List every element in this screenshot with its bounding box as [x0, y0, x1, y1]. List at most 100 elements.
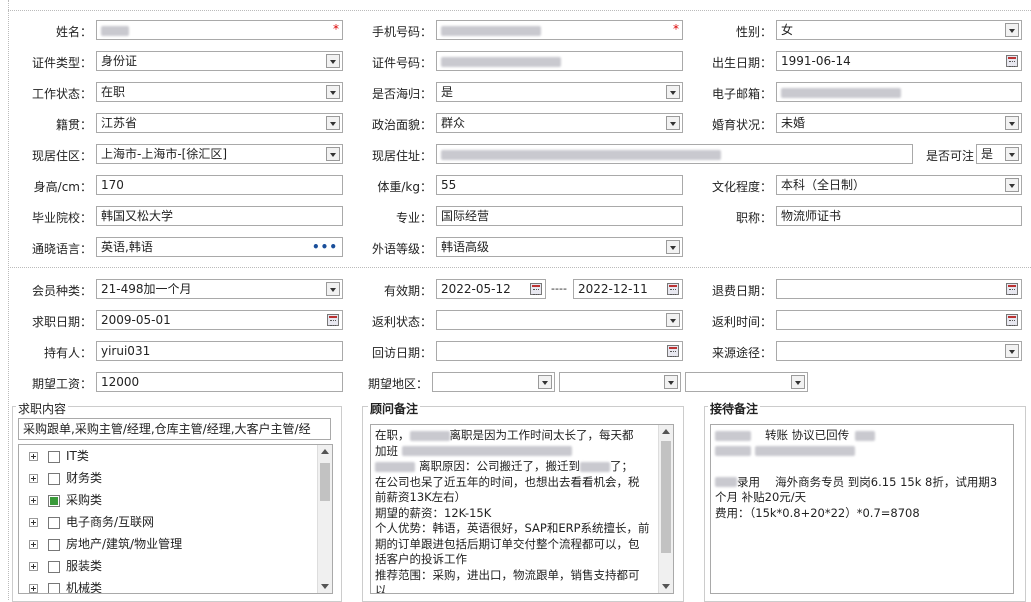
expand-icon[interactable] — [29, 562, 38, 571]
languages-field[interactable]: 英语,韩语 ••• — [96, 237, 343, 257]
expand-icon[interactable] — [29, 518, 38, 527]
chevron-down-icon[interactable] — [1005, 116, 1019, 130]
calendar-icon[interactable] — [667, 283, 679, 295]
job-selected-field[interactable]: 采购跟单,采购主管/经理,仓库主管/经理,大客户主管/经 — [18, 418, 331, 440]
major-field[interactable]: 国际经营 — [436, 206, 683, 226]
checkbox[interactable] — [48, 472, 60, 485]
name-label: 姓名： — [55, 25, 92, 39]
height-field[interactable]: 170 — [96, 175, 343, 195]
calendar-icon[interactable] — [1006, 283, 1018, 295]
checkbox[interactable] — [48, 582, 60, 593]
chevron-down-icon[interactable] — [666, 116, 680, 130]
consultant-notes-textarea[interactable]: 在职， 离职是因为工作时间太长了，每天都 加班 离职原因：公司搬迁了，搬迁到 了； … — [370, 424, 674, 594]
tree-item-it[interactable]: IT类 — [29, 447, 89, 465]
scroll-thumb[interactable] — [320, 463, 330, 501]
phone-field[interactable]: * — [436, 20, 683, 40]
gender-select[interactable]: 女 — [776, 20, 1022, 40]
checkbox-checked[interactable] — [48, 494, 60, 507]
scroll-up-icon[interactable] — [662, 429, 670, 434]
checkbox[interactable] — [48, 538, 60, 551]
checkbox[interactable] — [48, 560, 60, 573]
calendar-icon[interactable] — [1006, 314, 1018, 326]
refund-date-field[interactable] — [776, 279, 1022, 299]
tree-item-machinery[interactable]: 机械类 — [29, 579, 102, 593]
chevron-down-icon[interactable] — [326, 282, 340, 296]
notes-scrollbar[interactable] — [658, 425, 673, 593]
chevron-down-icon[interactable] — [1005, 23, 1019, 37]
expand-icon[interactable] — [29, 584, 38, 593]
expand-icon[interactable] — [29, 540, 38, 549]
valid-label: 有效期： — [383, 284, 432, 298]
valid-to-value: 2022-12-11 — [578, 282, 648, 296]
scroll-down-icon[interactable] — [321, 584, 329, 589]
revisit-date-field[interactable] — [436, 341, 683, 361]
chevron-down-icon[interactable] — [666, 85, 680, 99]
calendar-icon[interactable] — [667, 345, 679, 357]
chevron-down-icon[interactable] — [1005, 178, 1019, 192]
member-type-select[interactable]: 21-498加一个月 — [96, 279, 343, 299]
tree-scrollbar[interactable] — [317, 445, 332, 593]
chevron-down-icon[interactable] — [326, 85, 340, 99]
calendar-icon[interactable] — [327, 314, 339, 326]
scroll-thumb[interactable] — [661, 441, 671, 553]
rebate-time-field[interactable] — [776, 310, 1022, 330]
more-icon[interactable]: ••• — [312, 241, 338, 253]
work-status-select[interactable]: 在职 — [96, 82, 343, 102]
native-select[interactable]: 江苏省 — [96, 113, 343, 133]
scroll-down-icon[interactable] — [662, 584, 670, 589]
redacted-text — [754, 446, 855, 456]
education-select[interactable]: 本科（全日制） — [776, 175, 1022, 195]
tree-item-realestate[interactable]: 房地产/建筑/物业管理 — [29, 535, 182, 553]
checkbox[interactable] — [48, 516, 60, 529]
job-category-tree[interactable]: IT类 财务类 采购类 电子商务/互联网 房地产/建筑/物业管理 服装类 机械类 — [18, 444, 333, 594]
region-select[interactable]: 上海市-上海市-[徐汇区] — [96, 144, 343, 164]
expected-salary-field[interactable]: 12000 — [96, 372, 343, 392]
valid-to-field[interactable]: 2022-12-11 — [573, 279, 683, 299]
chevron-down-icon[interactable] — [326, 116, 340, 130]
apply-date-field[interactable]: 2009-05-01 — [96, 310, 343, 330]
expand-icon[interactable] — [29, 496, 38, 505]
chevron-down-icon[interactable] — [666, 240, 680, 254]
tree-item-ecommerce[interactable]: 电子商务/互联网 — [29, 513, 154, 531]
address-field[interactable] — [436, 144, 913, 164]
name-field[interactable]: * — [96, 20, 343, 40]
valid-from-field[interactable]: 2022-05-12 — [436, 279, 546, 299]
id-type-select[interactable]: 身份证 — [96, 51, 343, 71]
major-label: 专业： — [395, 211, 432, 225]
source-select[interactable] — [776, 341, 1022, 361]
chevron-down-icon[interactable] — [326, 147, 340, 161]
marital-select[interactable]: 未婚 — [776, 113, 1022, 133]
chevron-down-icon[interactable] — [1005, 147, 1019, 161]
school-field[interactable]: 韩国又松大学 — [96, 206, 343, 226]
political-select[interactable]: 群众 — [436, 113, 683, 133]
tree-item-purchasing[interactable]: 采购类 — [29, 491, 102, 509]
weight-field[interactable]: 55 — [436, 175, 683, 195]
expand-icon[interactable] — [29, 474, 38, 483]
tree-item-apparel[interactable]: 服装类 — [29, 557, 102, 575]
checkbox[interactable] — [48, 450, 60, 463]
scroll-up-icon[interactable] — [321, 449, 329, 454]
calendar-icon[interactable] — [1006, 55, 1018, 67]
expected-area-city-select[interactable] — [559, 372, 681, 392]
holder-field[interactable]: yirui031 — [96, 341, 343, 361]
chevron-down-icon[interactable] — [326, 54, 340, 68]
rebate-status-select[interactable] — [436, 310, 683, 330]
title-field[interactable]: 物流师证书 — [776, 206, 1022, 226]
lang-level-select[interactable]: 韩语高级 — [436, 237, 683, 257]
tree-item-finance[interactable]: 财务类 — [29, 469, 102, 487]
chevron-down-icon[interactable] — [1005, 344, 1019, 358]
expected-area-district-select[interactable] — [685, 372, 808, 392]
calendar-icon[interactable] — [530, 283, 542, 295]
chevron-down-icon[interactable] — [791, 375, 805, 389]
chevron-down-icon[interactable] — [664, 375, 678, 389]
birth-date-field[interactable]: 1991-06-14 — [776, 51, 1022, 71]
expand-icon[interactable] — [29, 452, 38, 461]
id-no-field[interactable] — [436, 51, 683, 71]
email-field[interactable] — [776, 82, 1022, 102]
reception-notes-textarea[interactable]: 转账 协议已回传 录用 海外商务专员 到岗6.15 15k 8折，试用期3 个月… — [710, 424, 1014, 594]
expected-area-province-select[interactable] — [432, 372, 555, 392]
returnee-select[interactable]: 是 — [436, 82, 683, 102]
chevron-down-icon[interactable] — [538, 375, 552, 389]
chevron-down-icon[interactable] — [666, 313, 680, 327]
visitable-select[interactable]: 是 — [976, 144, 1022, 164]
